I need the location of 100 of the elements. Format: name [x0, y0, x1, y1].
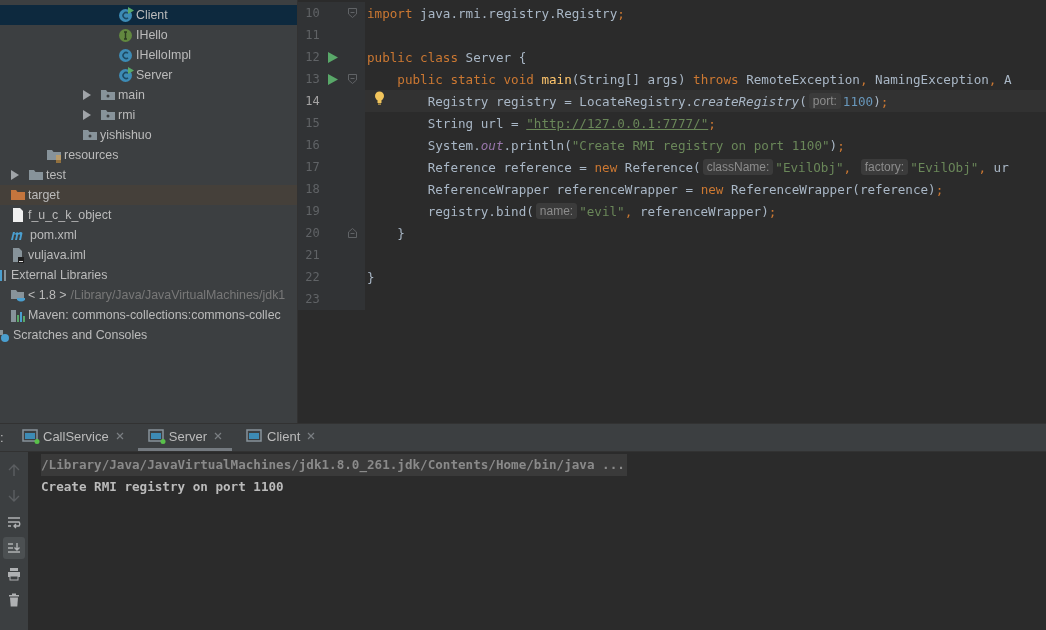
item-label: IHelloImpl	[136, 48, 192, 62]
code-token: Server {	[465, 49, 527, 65]
class-icon	[118, 47, 134, 63]
code-token: throws	[693, 71, 739, 87]
item-label: resources	[64, 148, 119, 162]
code-token: new	[700, 181, 724, 197]
item-label: Server	[136, 68, 173, 82]
console-icon	[246, 428, 265, 444]
interface-icon	[118, 27, 134, 43]
code-token: .println(	[503, 137, 572, 153]
code-token: registry.bind(	[427, 203, 534, 219]
panel-label: :	[0, 429, 5, 447]
tree-item[interactable]: pom.xml	[0, 225, 297, 245]
tree-item[interactable]: IHelloImpl	[0, 45, 297, 65]
run-tab[interactable]: Server	[137, 424, 233, 451]
module-file-icon	[10, 247, 26, 263]
lightbulb-icon[interactable]	[374, 91, 385, 105]
code-token: public class	[367, 49, 458, 65]
run-icon[interactable]	[328, 73, 339, 85]
code-token: ReferenceWrapper referenceWrapper =	[427, 181, 695, 197]
tree-item[interactable]: resources	[0, 145, 297, 165]
item-label: vuljava.iml	[28, 248, 86, 262]
folder-icon	[82, 127, 98, 143]
soft-wrap-icon[interactable]	[7, 515, 21, 529]
code-token: ;	[617, 5, 625, 21]
tree-item[interactable]: vuljava.iml	[0, 245, 297, 265]
console-line: Create RMI registry on port 1100	[41, 478, 284, 496]
file-icon	[10, 207, 26, 223]
trash-icon[interactable]	[7, 593, 21, 607]
print-icon[interactable]	[7, 567, 21, 581]
code-token: ,	[978, 159, 986, 175]
tree-item[interactable]: f_u_c_k_object	[0, 205, 297, 225]
expand-arrow-icon[interactable]	[10, 170, 20, 180]
code-token: (	[799, 93, 807, 109]
item-label: test	[46, 168, 66, 182]
code-token: public static void	[397, 71, 534, 87]
code-token: ;	[837, 137, 845, 153]
expand-arrow-icon[interactable]	[82, 110, 92, 120]
scratch-icon	[0, 327, 10, 343]
code-token: ,	[843, 159, 853, 175]
tree-item[interactable]: Server	[0, 65, 297, 85]
tree-item[interactable]: < 1.8 > /Library/Java/JavaVirtualMachines/jdk1	[0, 285, 297, 305]
tree-item[interactable]: rmi	[0, 105, 297, 125]
item-label: target	[28, 188, 60, 202]
parameter-hint: factory:	[860, 159, 909, 175]
run-icon[interactable]	[328, 51, 339, 63]
run-tab[interactable]: CallService	[22, 424, 134, 451]
code-token: main	[541, 71, 572, 87]
item-label: External Libraries	[11, 268, 108, 282]
folder-icon	[46, 147, 62, 163]
code-token: ,	[988, 71, 997, 87]
folder-icon	[100, 107, 116, 123]
line-number: 14	[304, 94, 320, 108]
expand-arrow-icon[interactable]	[82, 90, 92, 100]
console-icon	[147, 428, 166, 444]
code-token: ;	[768, 203, 777, 219]
code-token: 1100	[842, 93, 874, 109]
tree-item[interactable]: Maven: commons-collections:commons-collec	[0, 305, 297, 325]
code-token: ;	[935, 181, 944, 197]
code-token: )	[829, 137, 838, 153]
jdk-folder-icon	[10, 287, 26, 303]
item-label: main	[118, 88, 145, 102]
tree-item[interactable]: IHello	[0, 25, 297, 45]
code-token: new	[594, 159, 618, 175]
library-icon	[0, 267, 8, 283]
parameter-hint: className:	[702, 159, 774, 175]
code-token: )	[873, 93, 881, 109]
tree-item[interactable]: main	[0, 85, 297, 105]
item-path: /Library/Java/JavaVirtualMachines/jdk1	[70, 288, 286, 302]
console-icon	[22, 428, 40, 444]
library-icon	[10, 307, 26, 323]
item-label: f_u_c_k_object	[28, 208, 112, 222]
code-token: }	[397, 225, 405, 241]
code-token: referenceWrapper)	[639, 203, 769, 219]
code-token: "Create RMI registry on port 1100"	[571, 137, 830, 153]
tree-item[interactable]: Scratches and Consoles	[0, 325, 297, 345]
code-token: ,	[859, 71, 868, 87]
class-icon	[118, 7, 134, 23]
code-token: ur	[993, 159, 1009, 175]
code-token: Reference(	[624, 159, 701, 175]
code-token: String url =	[427, 115, 520, 131]
code-token: "EvilObj"	[775, 159, 844, 175]
tree-item[interactable]: yishishuo	[0, 125, 297, 145]
folder-icon	[100, 87, 116, 103]
code-token: NamingException	[875, 71, 989, 87]
tree-item[interactable]: External Libraries	[0, 265, 297, 285]
item-label: IHello	[136, 28, 168, 42]
run-tab[interactable]: Client	[236, 424, 326, 451]
code-token: ;	[880, 93, 889, 109]
close-icon[interactable]	[307, 432, 316, 440]
scroll-to-end-icon[interactable]	[7, 541, 21, 555]
code-token: A	[1004, 71, 1012, 87]
code-token: createRegistry	[693, 93, 800, 109]
close-icon[interactable]	[214, 432, 223, 440]
tree-item[interactable]: test	[0, 165, 297, 185]
tree-item[interactable]: target	[0, 185, 297, 205]
tree-item[interactable]: Client	[0, 5, 297, 25]
close-icon[interactable]	[115, 432, 124, 440]
code-token: out	[480, 137, 504, 153]
parameter-hint: port:	[808, 93, 841, 109]
